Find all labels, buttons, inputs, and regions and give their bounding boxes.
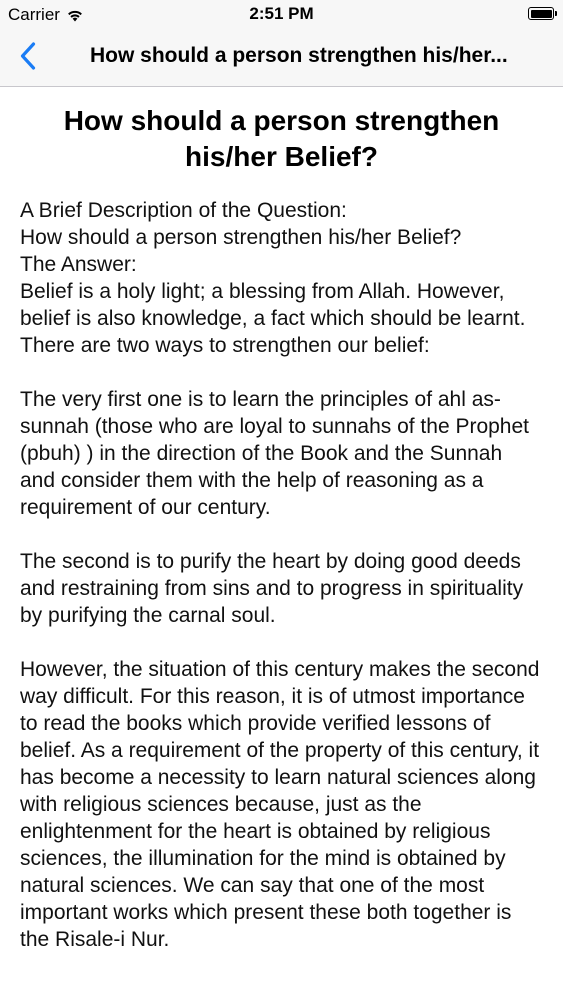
body-paragraph: However, the situation of this century m… <box>20 658 540 951</box>
status-time: 2:51 PM <box>249 4 314 23</box>
chevron-left-icon <box>20 41 36 75</box>
navigation-bar: How should a person strengthen his/her..… <box>0 30 563 87</box>
article-body: A Brief Description of the Question: How… <box>20 197 543 953</box>
answer-heading: The Answer: <box>20 253 137 276</box>
question-heading: A Brief Description of the Question: <box>20 199 347 222</box>
answer-intro-paragraph: Belief is a holy light; a blessing from … <box>20 280 526 357</box>
back-button[interactable] <box>6 36 50 80</box>
question-text: How should a person strengthen his/her B… <box>20 226 462 249</box>
body-paragraph: The second is to purify the heart by doi… <box>20 550 524 627</box>
nav-title: How should a person strengthen his/her..… <box>90 44 508 67</box>
status-bar: Carrier 2:51 PM <box>0 0 563 30</box>
battery-icon <box>528 7 557 20</box>
body-paragraph: The very first one is to learn the princ… <box>20 388 530 519</box>
article-scroll-view[interactable]: How should a person strengthen his/her B… <box>0 87 563 1000</box>
article-title: How should a person strengthen his/her B… <box>63 105 500 172</box>
